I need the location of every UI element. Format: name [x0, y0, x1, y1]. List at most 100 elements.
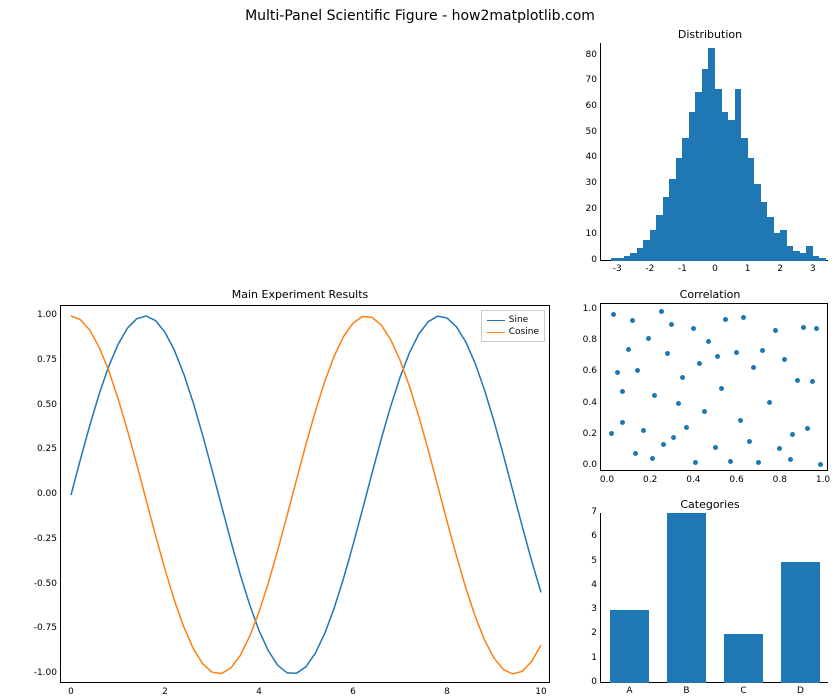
tick-label: 80	[567, 50, 597, 60]
hist-bin	[624, 256, 631, 261]
scatter-point	[715, 354, 720, 359]
scatter-point	[790, 432, 795, 437]
tick-label: 0.75	[27, 355, 57, 365]
scatter-point	[741, 315, 746, 320]
hist-bin	[656, 215, 663, 261]
scatter-point	[801, 325, 806, 330]
scatter-point	[680, 375, 685, 380]
hist-bin	[748, 158, 755, 261]
scatter-point	[652, 393, 657, 398]
line-cosine	[71, 316, 541, 674]
hist-bin	[695, 92, 702, 261]
bar-plot: ABCD01234567	[600, 513, 828, 683]
scatter-point	[751, 365, 756, 370]
tick-label: 0.0	[567, 460, 597, 470]
scatter-point	[620, 389, 625, 394]
scatter-point	[659, 309, 664, 314]
tick-label: 60	[567, 101, 597, 111]
scatter-point	[810, 379, 815, 384]
scatter-point	[782, 357, 787, 362]
legend-label: Sine	[509, 314, 528, 326]
tick-label: -0.50	[27, 579, 57, 589]
hist-bin	[650, 230, 657, 261]
scatter-point	[646, 336, 651, 341]
hist-bin	[800, 253, 807, 261]
scatter-point	[611, 312, 616, 317]
hist-bin	[630, 253, 637, 261]
histogram-plot: -3-2-1012301020304050607080	[600, 43, 828, 261]
tick-label: 5	[567, 556, 597, 566]
scatter-point	[713, 445, 718, 450]
tick-label: 8	[432, 687, 462, 697]
tick-label: -2	[635, 264, 665, 274]
scatter-point	[728, 459, 733, 464]
hist-bin	[728, 120, 735, 261]
scatter-point	[669, 322, 674, 327]
tick-label: 3	[798, 264, 828, 274]
tick-label: 10	[567, 229, 597, 239]
tick-label: 0.4	[567, 398, 597, 408]
hist-bin	[702, 69, 709, 261]
tick-label: -0.75	[27, 623, 57, 633]
scatter-point	[760, 348, 765, 353]
hist-bin	[774, 233, 781, 261]
tick-label: -0.25	[27, 534, 57, 544]
scatter-point	[702, 409, 707, 414]
scatter-point	[738, 418, 743, 423]
tick-label: 0.2	[567, 429, 597, 439]
scatter-point	[777, 446, 782, 451]
bar-C	[724, 634, 764, 683]
scatter-point	[650, 456, 655, 461]
tick-label: -1	[667, 264, 697, 274]
scatter-point	[723, 317, 728, 322]
scatter-point	[626, 347, 631, 352]
tick-label: 6	[567, 531, 597, 541]
tick-label: 1	[567, 653, 597, 663]
scatter-point	[633, 451, 638, 456]
tick-label: 0	[567, 677, 597, 687]
tick-label: 6	[338, 687, 368, 697]
scatter-point	[635, 368, 640, 373]
scatter-point	[734, 350, 739, 355]
hist-bin	[819, 258, 826, 261]
legend-item-cosine: Cosine	[487, 326, 539, 338]
hist-bin	[806, 246, 813, 261]
tick-label: 1	[733, 264, 763, 274]
tick-label: 70	[567, 75, 597, 85]
bar-A	[610, 610, 650, 683]
scatter-point	[665, 351, 670, 356]
legend-item-sine: Sine	[487, 314, 539, 326]
hist-bin	[682, 138, 689, 261]
tick-label: 0.50	[27, 400, 57, 410]
hist-bin	[761, 202, 768, 261]
figure-suptitle: Multi-Panel Scientific Figure - how2matp…	[0, 8, 840, 24]
scatter-point	[609, 431, 614, 436]
scatter-title: Correlation	[590, 288, 830, 301]
scatter-point	[719, 386, 724, 391]
scatter-point	[676, 401, 681, 406]
tick-label: 4	[567, 580, 597, 590]
tick-label: 0.8	[765, 475, 795, 485]
line-sine	[71, 316, 541, 673]
scatter-point	[693, 460, 698, 465]
tick-label: 0.0	[592, 475, 622, 485]
scatter-point	[756, 460, 761, 465]
tick-label: 30	[567, 178, 597, 188]
hist-bin	[754, 184, 761, 261]
tick-label: 7	[567, 507, 597, 517]
scatter-point	[767, 400, 772, 405]
hist-bin	[793, 251, 800, 261]
hist-title: Distribution	[590, 28, 830, 41]
bar-B	[667, 513, 707, 683]
tick-label: 50	[567, 127, 597, 137]
hist-bin	[708, 48, 715, 261]
scatter-point	[661, 442, 666, 447]
bar-title: Categories	[590, 498, 830, 511]
tick-label: 3	[567, 604, 597, 614]
scatter-point	[671, 435, 676, 440]
scatter-point	[818, 462, 823, 467]
scatter-plot: 0.00.20.40.60.81.00.00.20.40.60.81.0	[600, 303, 828, 471]
tick-label: 10	[526, 687, 556, 697]
tick-label: 0.25	[27, 444, 57, 454]
tick-label: -3	[602, 264, 632, 274]
